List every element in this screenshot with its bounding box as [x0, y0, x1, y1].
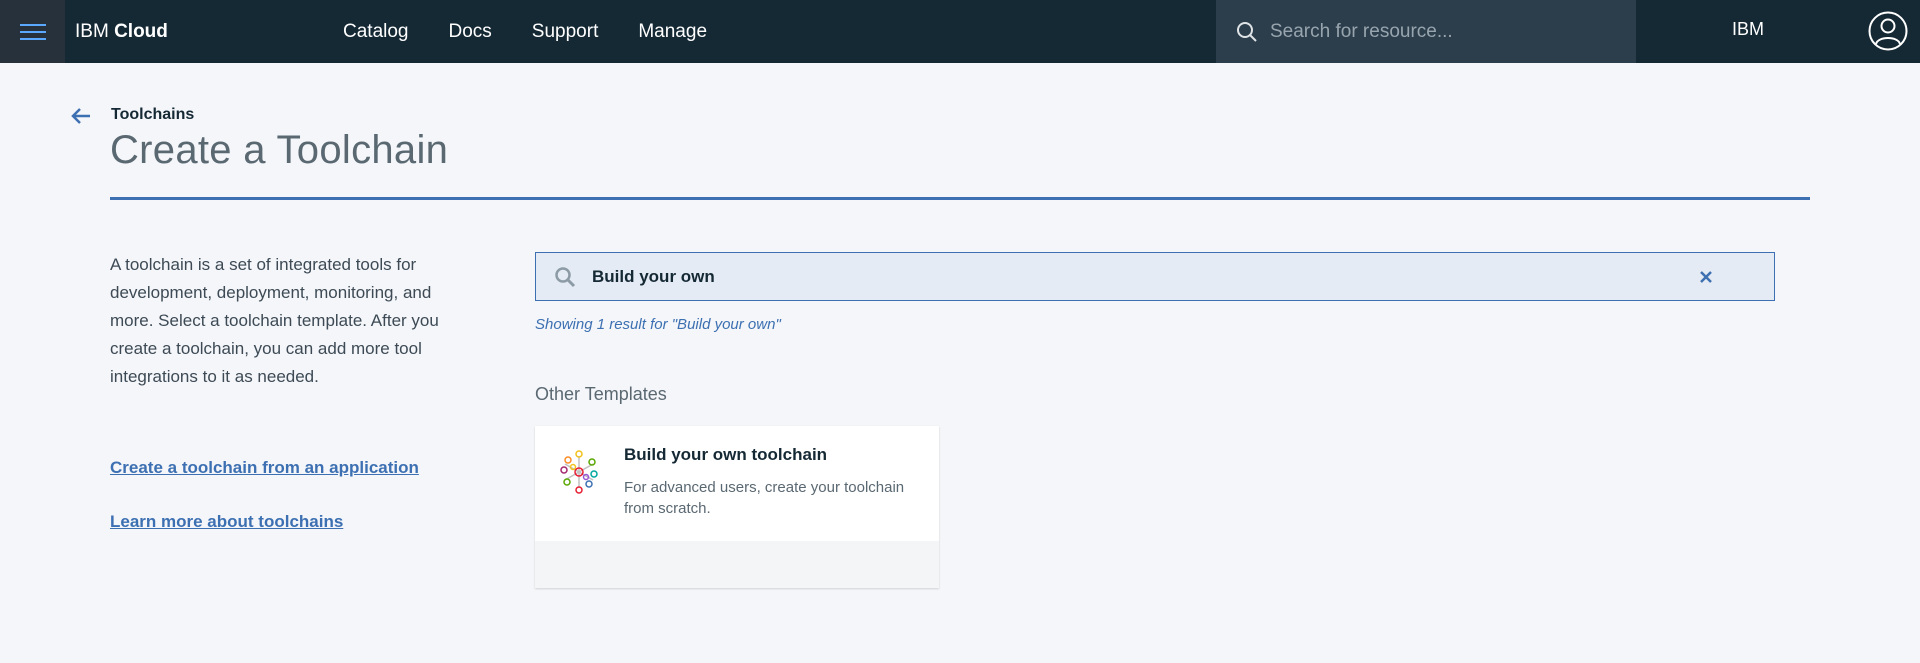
template-search-icon-wrap — [536, 266, 586, 288]
template-search-input[interactable] — [586, 266, 1686, 287]
brand-prefix: IBM — [75, 20, 109, 42]
clear-search-button[interactable] — [1686, 257, 1726, 297]
breadcrumb-toolchains[interactable]: Toolchains — [111, 106, 194, 124]
toolchain-hub-icon — [560, 450, 598, 494]
nav-manage[interactable]: Manage — [638, 21, 707, 43]
hamburger-menu-icon — [19, 23, 46, 40]
nav-docs[interactable]: Docs — [449, 21, 492, 43]
template-search — [535, 252, 1775, 301]
search-icon — [555, 266, 576, 287]
hamburger-menu-button[interactable] — [0, 0, 65, 63]
nav-catalog[interactable]: Catalog — [343, 21, 409, 43]
user-avatar-icon[interactable] — [1868, 11, 1908, 51]
title-divider — [110, 197, 1810, 200]
global-search — [1216, 0, 1636, 63]
learn-more-link[interactable]: Learn more about toolchains — [110, 512, 343, 532]
search-icon — [1237, 21, 1257, 42]
search-result-count: Showing 1 result for "Build your own" — [535, 316, 781, 333]
back-arrow-icon[interactable] — [70, 105, 92, 127]
brand-suffix: Cloud — [114, 20, 168, 42]
other-templates-heading: Other Templates — [535, 384, 667, 404]
primary-nav: Catalog Docs Support Manage — [343, 21, 747, 43]
intro-text: A toolchain is a set of integrated tools… — [110, 255, 439, 386]
nav-support[interactable]: Support — [532, 21, 599, 43]
ibm-cloud-logo[interactable]: IBM Cloud — [75, 21, 343, 43]
global-search-input[interactable] — [1270, 20, 1630, 43]
close-icon — [1700, 270, 1712, 283]
card-title: Build your own toolchain — [624, 445, 828, 464]
page-title: Create a Toolchain — [110, 128, 449, 172]
template-card-build-your-own[interactable]: Build your own toolchain For advanced us… — [535, 426, 939, 588]
account-switcher[interactable]: IBM — [1732, 19, 1764, 40]
create-from-application-link[interactable]: Create a toolchain from an application — [110, 458, 419, 478]
card-description: For advanced users, create your toolchai… — [624, 479, 905, 517]
card-footer — [535, 541, 939, 588]
